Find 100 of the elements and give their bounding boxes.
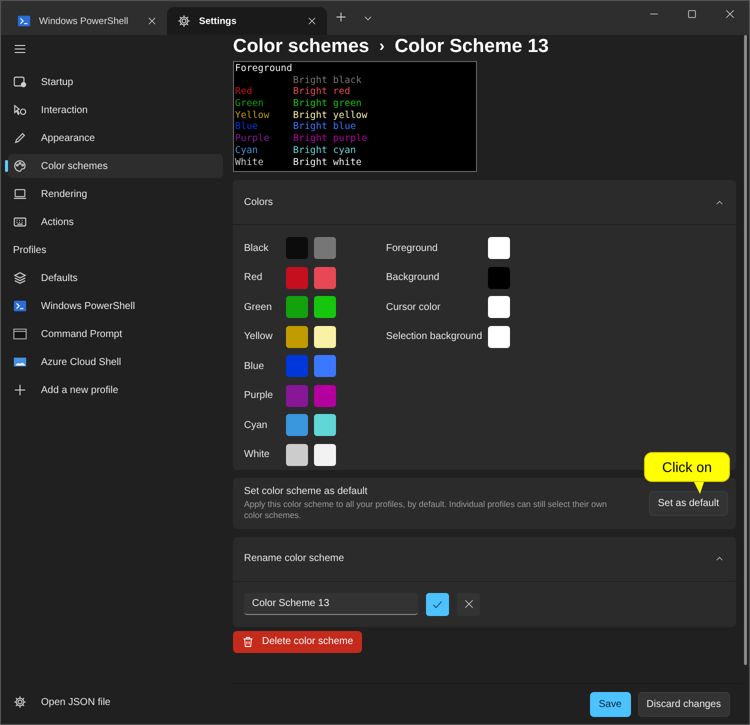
confirm-button[interactable] xyxy=(426,592,449,616)
nav-item[interactable]: Add a new profile xyxy=(5,378,223,402)
color-swatch[interactable] xyxy=(314,266,336,289)
color-swatch[interactable] xyxy=(314,414,336,436)
preview-text: Bright black xyxy=(293,74,362,86)
color-swatch[interactable] xyxy=(488,237,510,260)
window-icon xyxy=(13,75,27,89)
preview-text: Bright cyan xyxy=(293,144,356,156)
color-label: Black xyxy=(244,242,270,254)
nav-item[interactable]: Color schemes xyxy=(5,154,223,178)
name-field[interactable]: Color Scheme 13 xyxy=(244,593,418,616)
nav-item[interactable]: Rendering xyxy=(5,182,223,206)
color-label: Blue xyxy=(244,360,266,372)
color-label: Cursor color xyxy=(386,302,442,313)
preview-text: Purple xyxy=(235,133,270,145)
preview-text: Bright blue xyxy=(293,121,356,134)
maximize-icon[interactable] xyxy=(687,9,697,19)
color-swatch[interactable] xyxy=(314,237,336,260)
color-swatch[interactable] xyxy=(286,326,308,348)
breadcrumb-separator: › xyxy=(379,38,385,56)
tab[interactable]: Settings xyxy=(167,7,327,35)
color-label: Background xyxy=(386,272,440,284)
terminal-icon xyxy=(13,299,27,313)
color-swatch[interactable] xyxy=(488,296,510,318)
color-label: White xyxy=(244,449,271,460)
color-label: Yellow xyxy=(244,331,274,342)
cancel-button[interactable] xyxy=(457,592,480,616)
preview-text: White xyxy=(235,156,265,168)
terminal-icon xyxy=(17,14,31,28)
color-swatch[interactable] xyxy=(314,326,336,348)
section-heading: Profiles xyxy=(12,244,48,258)
preview-text: Bright purple xyxy=(293,133,368,145)
laptop-icon xyxy=(13,187,27,201)
preview-text: Foreground xyxy=(235,63,293,75)
color-swatch[interactable] xyxy=(286,384,308,407)
close-icon[interactable] xyxy=(307,16,317,26)
color-swatch[interactable] xyxy=(286,355,308,378)
setting-description: Apply this color scheme to all your profiles, by default. Individual profiles can still select their own color schemes. xyxy=(244,498,608,521)
nav-item[interactable]: Azure Cloud Shell xyxy=(5,350,223,374)
preview-text: Red xyxy=(235,86,254,98)
plus-icon[interactable] xyxy=(335,11,347,23)
page-title: Color Scheme 13 xyxy=(394,36,549,58)
plus-icon xyxy=(13,383,27,397)
color-label: Purple xyxy=(244,390,274,402)
discard-button[interactable]: Discard changes xyxy=(638,692,730,716)
setting-title: Set color scheme as default xyxy=(244,486,368,497)
callout: Click on xyxy=(644,452,730,494)
tab[interactable]: Windows PowerShell xyxy=(7,7,167,35)
close-icon[interactable] xyxy=(147,16,157,26)
color-swatch[interactable] xyxy=(314,355,336,378)
pointer-icon xyxy=(13,103,27,117)
cloud-icon xyxy=(13,355,27,369)
trash-icon xyxy=(242,636,254,648)
nav-item[interactable]: Appearance xyxy=(5,126,223,150)
save-button[interactable]: Save xyxy=(590,692,631,716)
color-swatch[interactable] xyxy=(314,444,336,466)
color-swatch[interactable] xyxy=(488,266,510,289)
breadcrumb-link[interactable]: Color schemes xyxy=(233,36,370,58)
console-icon xyxy=(13,327,27,341)
delete-button[interactable]: Delete color scheme xyxy=(233,630,362,653)
set-default-button[interactable]: Set as default xyxy=(648,490,728,516)
color-label: Red xyxy=(244,272,264,284)
preview-text: Bright green xyxy=(293,98,362,110)
gear-icon xyxy=(177,14,191,28)
preview-text: Green xyxy=(235,98,265,110)
expander-header[interactable]: Rename color scheme xyxy=(233,536,736,582)
color-swatch[interactable] xyxy=(488,326,510,348)
expander-header[interactable]: Colors xyxy=(233,180,736,226)
preview-text: Yellow xyxy=(235,110,270,122)
color-swatch[interactable] xyxy=(286,414,308,436)
color-swatch[interactable] xyxy=(286,444,308,466)
color-swatch[interactable] xyxy=(314,384,336,407)
color-swatch[interactable] xyxy=(286,266,308,289)
color-label: Foreground xyxy=(386,242,439,254)
brush-icon xyxy=(13,131,27,145)
color-label: Cyan xyxy=(244,420,268,431)
menu-icon[interactable] xyxy=(13,42,27,56)
gear-icon xyxy=(13,695,27,709)
nav-item[interactable]: Startup xyxy=(5,70,223,94)
color-label: Green xyxy=(244,302,273,313)
color-label: Selection background xyxy=(386,331,484,342)
nav-item[interactable]: Command Prompt xyxy=(5,322,223,346)
color-swatch[interactable] xyxy=(286,296,308,318)
open-json-link[interactable]: Open JSON file xyxy=(5,690,223,714)
preview-text: Bright yellow xyxy=(293,110,368,122)
checkmark-icon xyxy=(432,598,443,610)
close-icon xyxy=(464,599,474,610)
nav-item[interactable]: Windows PowerShell xyxy=(5,294,223,318)
nav-item[interactable]: Interaction xyxy=(5,98,223,122)
nav-item[interactable]: Actions xyxy=(5,210,223,234)
nav-item[interactable]: Defaults xyxy=(5,266,223,290)
color-swatch[interactable] xyxy=(314,296,336,318)
layers-icon xyxy=(13,271,27,285)
preview-text: Blue xyxy=(235,121,259,134)
close-icon[interactable] xyxy=(725,9,735,19)
preview-text: Bright white xyxy=(293,156,362,168)
preview-text: Cyan xyxy=(235,144,259,156)
color-swatch[interactable] xyxy=(286,237,308,260)
keyboard-icon xyxy=(13,215,27,229)
scrollbar[interactable] xyxy=(744,35,747,665)
